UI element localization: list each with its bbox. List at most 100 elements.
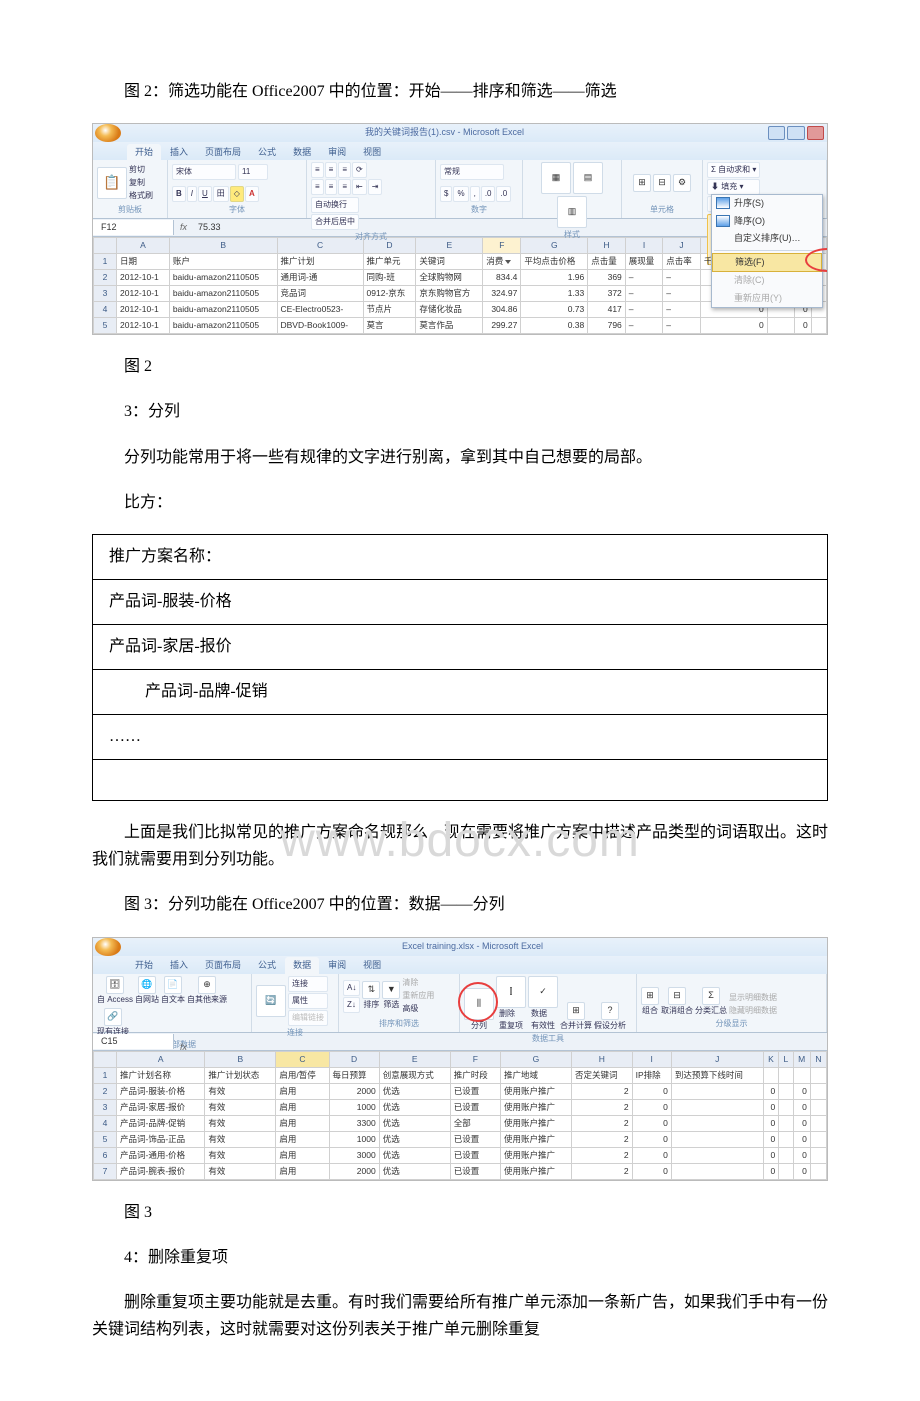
group-outline: 分级显示 xyxy=(641,1017,822,1030)
name-box[interactable]: C15 xyxy=(93,1034,174,1049)
from-text-icon[interactable]: 📄 xyxy=(164,976,182,994)
table-style-icon[interactable]: ▤ xyxy=(573,162,603,194)
comma-button[interactable]: , xyxy=(470,186,480,202)
tab-data[interactable]: 数据 xyxy=(285,957,319,974)
autosum-button[interactable]: Σ 自动求和 ▾ xyxy=(707,162,760,178)
existing-conn-icon[interactable]: 🔗 xyxy=(104,1008,122,1026)
dec-decimal[interactable]: .0 xyxy=(496,186,511,202)
fig2-title: 图 2：筛选功能在 Office2007 中的位置：开始——排序和筛选——筛选 xyxy=(92,78,828,105)
italic-button[interactable]: I xyxy=(187,186,197,202)
tab-layout[interactable]: 页面布局 xyxy=(197,144,249,161)
filter-icon[interactable] xyxy=(505,260,511,264)
group-icon[interactable]: ⊞ xyxy=(641,987,659,1005)
delete-cell-icon[interactable]: ⊟ xyxy=(653,174,671,192)
indent-dec[interactable]: ⇤ xyxy=(352,179,367,195)
whatif-icon[interactable]: ? xyxy=(601,1002,619,1020)
p4a: 删除重复项主要功能就是去重。有时我们需要给所有推广单元添加一条新广告，如果我们手… xyxy=(92,1289,828,1343)
window-controls[interactable] xyxy=(768,126,824,140)
fig3-title: 图 3：分列功能在 Office2007 中的位置：数据——分列 xyxy=(92,891,828,918)
window-title: Excel training.xlsx - Microsoft Excel xyxy=(121,940,824,954)
format-cell-icon[interactable]: ⚙ xyxy=(673,174,691,192)
group-cells: 单元格 xyxy=(626,203,698,216)
bold-button[interactable]: B xyxy=(172,186,186,202)
format-painter-button[interactable]: 格式刷 xyxy=(129,190,153,202)
tab-home[interactable]: 开始 xyxy=(127,144,161,161)
underline-button[interactable]: U xyxy=(198,186,212,202)
subtotal-icon[interactable]: Σ xyxy=(702,987,720,1005)
section-3-heading: 3：分列 xyxy=(92,398,828,425)
filter-item[interactable]: 筛选(F) xyxy=(712,253,822,273)
tab-formula[interactable]: 公式 xyxy=(250,144,284,161)
properties-button[interactable]: 属性 xyxy=(288,993,328,1009)
percent-button[interactable]: % xyxy=(453,186,468,202)
number-format[interactable]: 常规 xyxy=(440,164,504,180)
tab-view[interactable]: 视图 xyxy=(355,957,389,974)
fill-down-button[interactable]: ⬇ 填充 ▾ xyxy=(707,179,760,195)
group-font: 字体 xyxy=(172,203,302,216)
tab-view[interactable]: 视图 xyxy=(355,144,389,161)
sort-desc-item[interactable]: 降序(O) xyxy=(712,213,822,231)
clear-filter-item[interactable]: 清除(C) xyxy=(712,272,822,290)
filter-funnel-icon[interactable]: ▼ xyxy=(382,981,400,999)
group-data-tools: 数据工具 xyxy=(464,1032,632,1045)
align-bot[interactable]: ≡ xyxy=(338,162,351,178)
align-top[interactable]: ≡ xyxy=(311,162,324,178)
remove-dup-icon[interactable]: ⫿ xyxy=(496,976,526,1008)
sort-filter-dropdown[interactable]: 升序(S) 降序(O) 自定义排序(U)… 筛选(F) 清除(C) 重新应用(Y… xyxy=(711,194,823,308)
office-orb-icon[interactable] xyxy=(95,124,121,142)
from-web-icon[interactable]: 🌐 xyxy=(138,976,156,994)
consolidate-icon[interactable]: ⊞ xyxy=(567,1002,585,1020)
window-title: 我的关键词报告(1).csv - Microsoft Excel xyxy=(121,126,768,140)
worksheet-grid[interactable]: ABCDEFGHIJKLMN 1 推广计划名称 推广计划状态 启用/暂停 每日预… xyxy=(93,1051,827,1180)
orientation[interactable]: ⟳ xyxy=(352,162,367,178)
data-validation-icon[interactable]: ✓ xyxy=(528,976,558,1008)
tab-layout[interactable]: 页面布局 xyxy=(197,957,249,974)
paste-icon[interactable]: 📋 xyxy=(97,167,127,199)
tab-insert[interactable]: 插入 xyxy=(162,144,196,161)
section-4-heading: 4：删除重复项 xyxy=(92,1244,828,1271)
cut-button[interactable]: 剪切 xyxy=(129,164,153,176)
insert-cell-icon[interactable]: ⊞ xyxy=(633,174,651,192)
tab-review[interactable]: 审阅 xyxy=(320,144,354,161)
inc-decimal[interactable]: .0 xyxy=(481,186,496,202)
p3c: 上面是我们比拟常见的推广方案命名规那么，现在需要将推广方案中描述产品类型的词语取… xyxy=(92,819,828,873)
sort-icon[interactable]: ⇅ xyxy=(362,981,380,999)
font-color-button[interactable]: A xyxy=(245,186,259,202)
indent-inc[interactable]: ⇥ xyxy=(368,179,383,195)
custom-sort-item[interactable]: 自定义排序(U)… xyxy=(712,230,822,248)
from-other-icon[interactable]: ⊕ xyxy=(198,976,216,994)
connections-button[interactable]: 连接 xyxy=(288,976,328,992)
border-button[interactable]: 田 xyxy=(213,186,229,202)
name-box[interactable]: F12 xyxy=(93,220,174,235)
sort-asc-btn[interactable]: A↓ xyxy=(343,980,360,996)
tab-review[interactable]: 审阅 xyxy=(320,957,354,974)
tab-formula[interactable]: 公式 xyxy=(250,957,284,974)
tab-home[interactable]: 开始 xyxy=(127,957,161,974)
cond-format-icon[interactable]: ▦ xyxy=(541,162,571,194)
font-name[interactable]: 宋体 xyxy=(172,164,236,180)
align-left[interactable]: ≡ xyxy=(311,179,324,195)
office-orb-icon[interactable] xyxy=(95,938,121,956)
ribbon-tabs[interactable]: 开始 插入 页面布局 公式 数据 审阅 视图 xyxy=(93,956,827,974)
reapply-item[interactable]: 重新应用(Y) xyxy=(712,290,822,308)
ungroup-icon[interactable]: ⊟ xyxy=(668,987,686,1005)
from-access-icon[interactable]: 🗄 xyxy=(106,976,124,994)
wrap-button[interactable]: 自动换行 xyxy=(311,197,359,213)
align-right[interactable]: ≡ xyxy=(338,179,351,195)
refresh-all-icon[interactable]: 🔄 xyxy=(256,985,286,1017)
sort-desc-btn[interactable]: Z↓ xyxy=(343,997,360,1013)
font-size[interactable]: 11 xyxy=(238,164,268,180)
align-mid[interactable]: ≡ xyxy=(325,162,338,178)
tab-insert[interactable]: 插入 xyxy=(162,957,196,974)
p3a: 分列功能常用于将一些有规律的文字进行别离，拿到其中自己想要的局部。 xyxy=(92,444,828,471)
sort-asc-item[interactable]: 升序(S) xyxy=(712,195,822,213)
align-center[interactable]: ≡ xyxy=(325,179,338,195)
edit-links-button[interactable]: 编辑链接 xyxy=(288,1010,328,1026)
ribbon-tabs[interactable]: 开始 插入 页面布局 公式 数据 审阅 视图 xyxy=(93,142,827,160)
copy-button[interactable]: 复制 xyxy=(129,177,153,189)
group-sort-filter: 排序和筛选 xyxy=(343,1017,455,1030)
tab-data[interactable]: 数据 xyxy=(285,144,319,161)
currency-button[interactable]: $ xyxy=(440,186,452,202)
text-to-columns-icon[interactable]: ⫼ xyxy=(464,988,494,1020)
fill-color-button[interactable]: ◇ xyxy=(230,186,244,202)
